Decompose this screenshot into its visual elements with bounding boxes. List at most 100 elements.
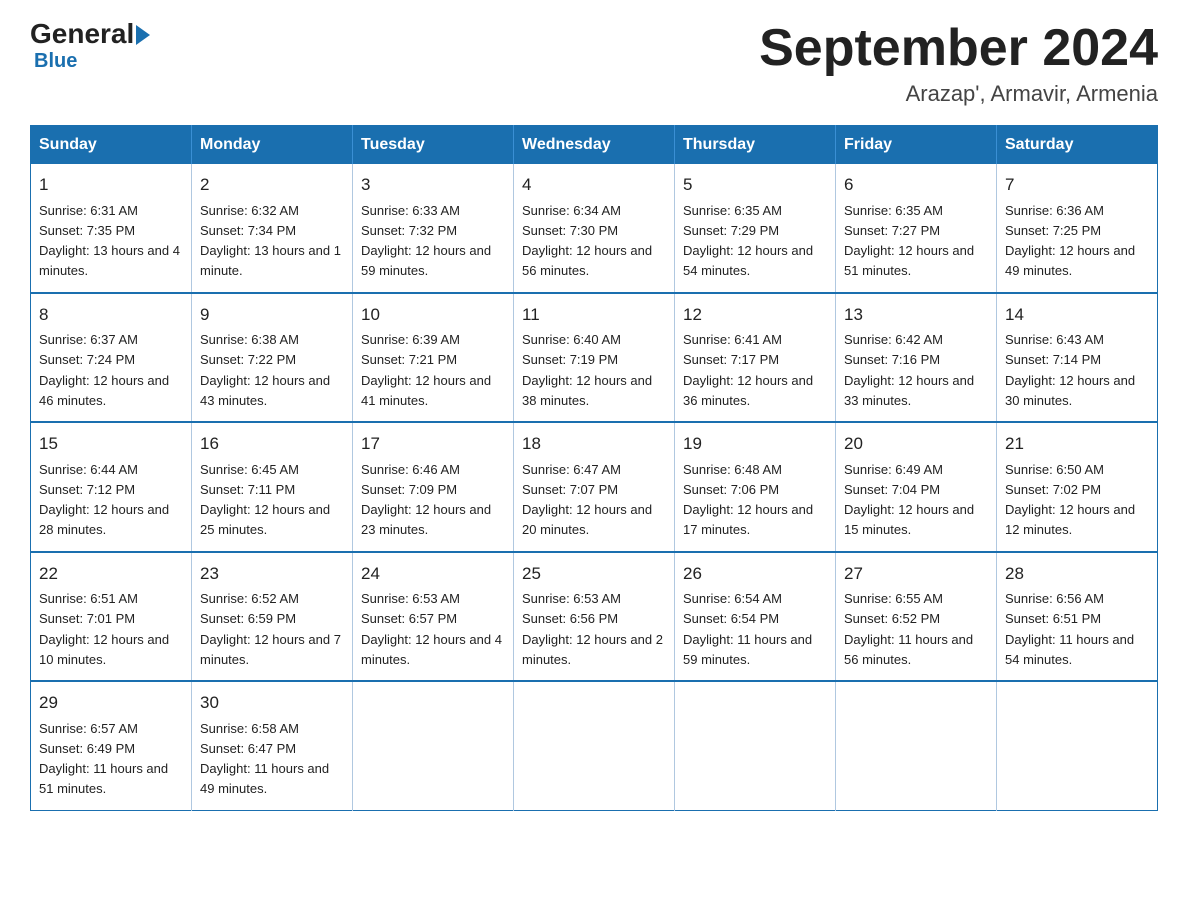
calendar-cell: 11 Sunrise: 6:40 AMSunset: 7:19 PMDaylig…	[514, 293, 675, 423]
day-info: Sunrise: 6:42 AMSunset: 7:16 PMDaylight:…	[844, 332, 974, 408]
title-block: September 2024 Arazap', Armavir, Armenia	[759, 20, 1158, 107]
day-info: Sunrise: 6:39 AMSunset: 7:21 PMDaylight:…	[361, 332, 491, 408]
day-number: 7	[1005, 172, 1149, 198]
day-info: Sunrise: 6:32 AMSunset: 7:34 PMDaylight:…	[200, 203, 341, 279]
day-info: Sunrise: 6:48 AMSunset: 7:06 PMDaylight:…	[683, 462, 813, 538]
day-info: Sunrise: 6:51 AMSunset: 7:01 PMDaylight:…	[39, 591, 169, 667]
weekday-header-thursday: Thursday	[675, 126, 836, 165]
day-info: Sunrise: 6:45 AMSunset: 7:11 PMDaylight:…	[200, 462, 330, 538]
location-title: Arazap', Armavir, Armenia	[759, 81, 1158, 107]
calendar-week-row: 1 Sunrise: 6:31 AMSunset: 7:35 PMDayligh…	[31, 164, 1158, 293]
day-number: 12	[683, 302, 827, 328]
day-info: Sunrise: 6:34 AMSunset: 7:30 PMDaylight:…	[522, 203, 652, 279]
calendar-cell: 16 Sunrise: 6:45 AMSunset: 7:11 PMDaylig…	[192, 422, 353, 552]
calendar-cell: 17 Sunrise: 6:46 AMSunset: 7:09 PMDaylig…	[353, 422, 514, 552]
day-number: 30	[200, 690, 344, 716]
day-info: Sunrise: 6:50 AMSunset: 7:02 PMDaylight:…	[1005, 462, 1135, 538]
calendar-cell: 26 Sunrise: 6:54 AMSunset: 6:54 PMDaylig…	[675, 552, 836, 682]
calendar-cell: 13 Sunrise: 6:42 AMSunset: 7:16 PMDaylig…	[836, 293, 997, 423]
day-number: 4	[522, 172, 666, 198]
calendar-cell: 28 Sunrise: 6:56 AMSunset: 6:51 PMDaylig…	[997, 552, 1158, 682]
day-number: 29	[39, 690, 183, 716]
day-info: Sunrise: 6:36 AMSunset: 7:25 PMDaylight:…	[1005, 203, 1135, 279]
logo-general: General	[30, 20, 134, 48]
calendar-cell: 29 Sunrise: 6:57 AMSunset: 6:49 PMDaylig…	[31, 681, 192, 810]
logo-arrow-icon	[136, 25, 150, 45]
calendar-week-row: 8 Sunrise: 6:37 AMSunset: 7:24 PMDayligh…	[31, 293, 1158, 423]
calendar-week-row: 29 Sunrise: 6:57 AMSunset: 6:49 PMDaylig…	[31, 681, 1158, 810]
day-number: 25	[522, 561, 666, 587]
calendar-cell: 6 Sunrise: 6:35 AMSunset: 7:27 PMDayligh…	[836, 164, 997, 293]
day-number: 21	[1005, 431, 1149, 457]
calendar-cell: 2 Sunrise: 6:32 AMSunset: 7:34 PMDayligh…	[192, 164, 353, 293]
day-info: Sunrise: 6:43 AMSunset: 7:14 PMDaylight:…	[1005, 332, 1135, 408]
day-info: Sunrise: 6:37 AMSunset: 7:24 PMDaylight:…	[39, 332, 169, 408]
weekday-header-saturday: Saturday	[997, 126, 1158, 165]
calendar-cell: 5 Sunrise: 6:35 AMSunset: 7:29 PMDayligh…	[675, 164, 836, 293]
day-number: 1	[39, 172, 183, 198]
calendar-cell	[514, 681, 675, 810]
day-number: 2	[200, 172, 344, 198]
calendar-week-row: 15 Sunrise: 6:44 AMSunset: 7:12 PMDaylig…	[31, 422, 1158, 552]
day-number: 28	[1005, 561, 1149, 587]
calendar-week-row: 22 Sunrise: 6:51 AMSunset: 7:01 PMDaylig…	[31, 552, 1158, 682]
day-info: Sunrise: 6:54 AMSunset: 6:54 PMDaylight:…	[683, 591, 812, 667]
calendar-cell: 10 Sunrise: 6:39 AMSunset: 7:21 PMDaylig…	[353, 293, 514, 423]
day-info: Sunrise: 6:53 AMSunset: 6:57 PMDaylight:…	[361, 591, 502, 667]
calendar-cell: 22 Sunrise: 6:51 AMSunset: 7:01 PMDaylig…	[31, 552, 192, 682]
day-info: Sunrise: 6:55 AMSunset: 6:52 PMDaylight:…	[844, 591, 973, 667]
day-number: 23	[200, 561, 344, 587]
day-info: Sunrise: 6:31 AMSunset: 7:35 PMDaylight:…	[39, 203, 180, 279]
weekday-header-monday: Monday	[192, 126, 353, 165]
day-number: 16	[200, 431, 344, 457]
page-header: General Blue September 2024 Arazap', Arm…	[30, 20, 1158, 107]
logo-text: General	[30, 20, 150, 48]
day-info: Sunrise: 6:40 AMSunset: 7:19 PMDaylight:…	[522, 332, 652, 408]
day-number: 14	[1005, 302, 1149, 328]
day-info: Sunrise: 6:41 AMSunset: 7:17 PMDaylight:…	[683, 332, 813, 408]
day-number: 20	[844, 431, 988, 457]
day-number: 22	[39, 561, 183, 587]
weekday-header-tuesday: Tuesday	[353, 126, 514, 165]
day-info: Sunrise: 6:35 AMSunset: 7:29 PMDaylight:…	[683, 203, 813, 279]
day-info: Sunrise: 6:47 AMSunset: 7:07 PMDaylight:…	[522, 462, 652, 538]
calendar-cell: 14 Sunrise: 6:43 AMSunset: 7:14 PMDaylig…	[997, 293, 1158, 423]
day-info: Sunrise: 6:35 AMSunset: 7:27 PMDaylight:…	[844, 203, 974, 279]
day-number: 24	[361, 561, 505, 587]
calendar-cell: 8 Sunrise: 6:37 AMSunset: 7:24 PMDayligh…	[31, 293, 192, 423]
calendar-table: SundayMondayTuesdayWednesdayThursdayFrid…	[30, 125, 1158, 811]
calendar-cell: 20 Sunrise: 6:49 AMSunset: 7:04 PMDaylig…	[836, 422, 997, 552]
day-number: 9	[200, 302, 344, 328]
day-number: 18	[522, 431, 666, 457]
day-number: 10	[361, 302, 505, 328]
month-title: September 2024	[759, 20, 1158, 77]
calendar-cell: 12 Sunrise: 6:41 AMSunset: 7:17 PMDaylig…	[675, 293, 836, 423]
day-info: Sunrise: 6:33 AMSunset: 7:32 PMDaylight:…	[361, 203, 491, 279]
calendar-cell: 21 Sunrise: 6:50 AMSunset: 7:02 PMDaylig…	[997, 422, 1158, 552]
calendar-cell	[353, 681, 514, 810]
calendar-cell: 25 Sunrise: 6:53 AMSunset: 6:56 PMDaylig…	[514, 552, 675, 682]
calendar-cell	[836, 681, 997, 810]
day-number: 17	[361, 431, 505, 457]
day-number: 13	[844, 302, 988, 328]
calendar-cell: 30 Sunrise: 6:58 AMSunset: 6:47 PMDaylig…	[192, 681, 353, 810]
day-info: Sunrise: 6:56 AMSunset: 6:51 PMDaylight:…	[1005, 591, 1134, 667]
calendar-cell: 4 Sunrise: 6:34 AMSunset: 7:30 PMDayligh…	[514, 164, 675, 293]
calendar-cell	[675, 681, 836, 810]
day-info: Sunrise: 6:38 AMSunset: 7:22 PMDaylight:…	[200, 332, 330, 408]
weekday-header-friday: Friday	[836, 126, 997, 165]
day-number: 11	[522, 302, 666, 328]
day-info: Sunrise: 6:57 AMSunset: 6:49 PMDaylight:…	[39, 721, 168, 797]
day-info: Sunrise: 6:58 AMSunset: 6:47 PMDaylight:…	[200, 721, 329, 797]
weekday-header-wednesday: Wednesday	[514, 126, 675, 165]
day-info: Sunrise: 6:44 AMSunset: 7:12 PMDaylight:…	[39, 462, 169, 538]
logo-subtitle: Blue	[34, 50, 77, 73]
calendar-cell: 27 Sunrise: 6:55 AMSunset: 6:52 PMDaylig…	[836, 552, 997, 682]
calendar-cell: 23 Sunrise: 6:52 AMSunset: 6:59 PMDaylig…	[192, 552, 353, 682]
calendar-cell: 24 Sunrise: 6:53 AMSunset: 6:57 PMDaylig…	[353, 552, 514, 682]
calendar-cell: 19 Sunrise: 6:48 AMSunset: 7:06 PMDaylig…	[675, 422, 836, 552]
day-number: 26	[683, 561, 827, 587]
day-number: 5	[683, 172, 827, 198]
calendar-cell: 18 Sunrise: 6:47 AMSunset: 7:07 PMDaylig…	[514, 422, 675, 552]
calendar-cell: 15 Sunrise: 6:44 AMSunset: 7:12 PMDaylig…	[31, 422, 192, 552]
